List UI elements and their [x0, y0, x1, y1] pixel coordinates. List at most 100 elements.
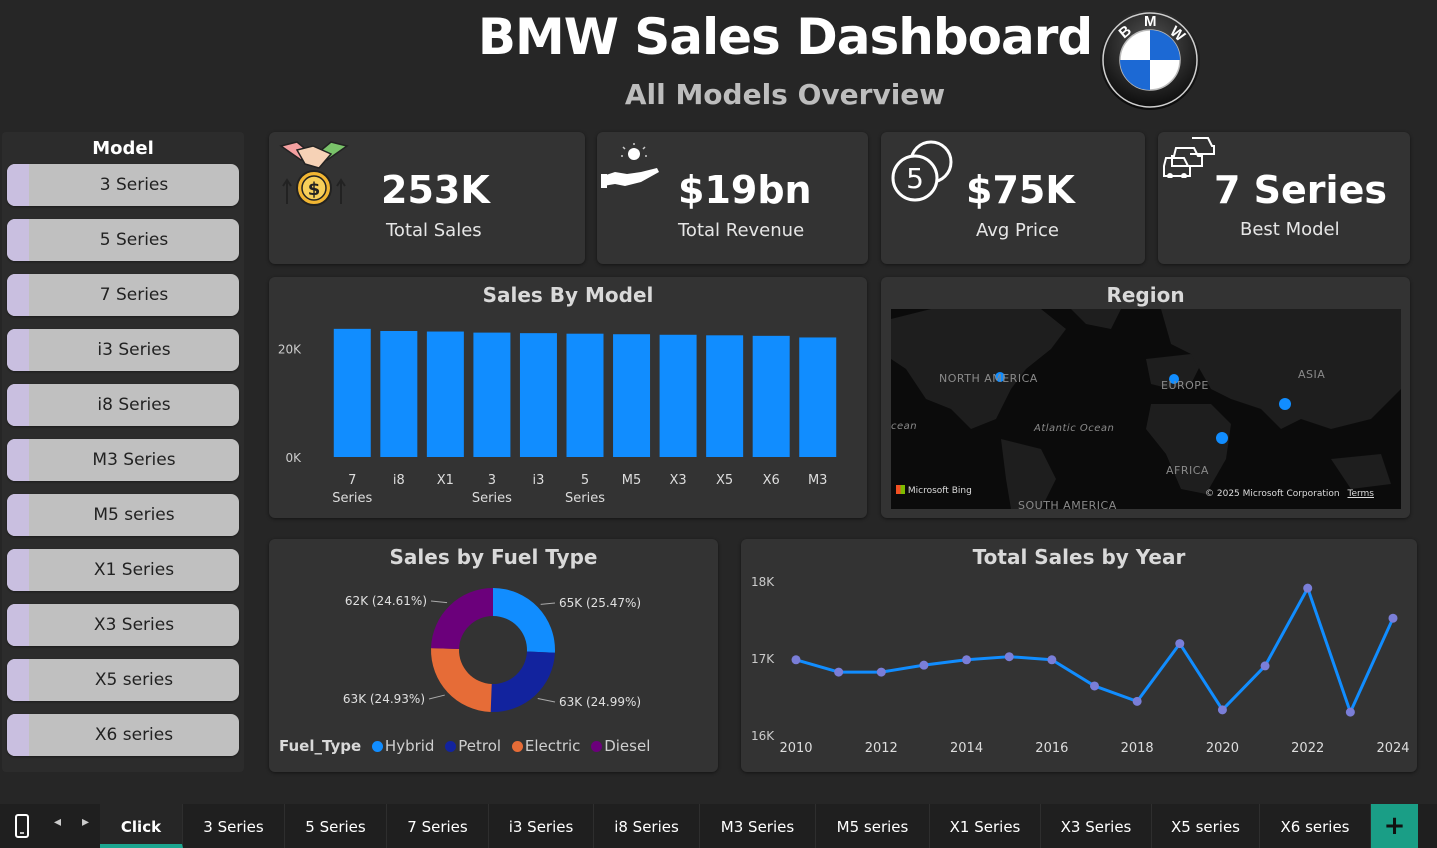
microsoft-logo-icon	[896, 485, 905, 494]
bing-label: Microsoft Bing	[907, 486, 972, 496]
sales-by-year-chart: Total Sales by Year 16K 17K 18K 2010 2012 201…	[741, 539, 1417, 772]
slicer-item-3-series[interactable]: 3 Series	[7, 164, 239, 206]
line-point[interactable]	[791, 655, 801, 665]
mobile-layout-icon[interactable]	[14, 814, 30, 838]
x-tick-label: X3	[669, 473, 686, 488]
donut-slice[interactable]	[490, 651, 555, 712]
bar[interactable]	[706, 335, 744, 457]
line-point[interactable]	[1047, 655, 1057, 665]
tab-next-icon[interactable]: ▸	[82, 814, 89, 830]
slicer-title: Model	[92, 138, 154, 159]
line-point[interactable]	[1345, 707, 1355, 717]
slice-data-label: 63K (24.93%)	[343, 692, 425, 706]
donut-slice[interactable]	[493, 588, 555, 653]
legend-electric[interactable]: Electric	[525, 737, 581, 755]
slicer-item-i3-series[interactable]: i3 Series	[7, 329, 239, 371]
slicer-item-label: X5 series	[94, 670, 174, 690]
map-label-atlantic: Atlantic Ocean	[1034, 423, 1115, 434]
line-point[interactable]	[1004, 652, 1014, 662]
line-point[interactable]	[962, 655, 972, 665]
slicer-item-label: X3 Series	[93, 615, 175, 635]
line-point[interactable]	[1175, 639, 1185, 649]
bar[interactable]	[613, 334, 651, 457]
tab-i3-series[interactable]: i3 Series	[489, 804, 594, 848]
y-tick-label: 0K	[285, 451, 302, 465]
line-point[interactable]	[834, 667, 844, 677]
tab-m3-series[interactable]: M3 Series	[700, 804, 816, 848]
x-tick-label: X1	[437, 473, 454, 488]
copyright-text: © 2025 Microsoft Corporation	[1205, 489, 1340, 499]
bar[interactable]	[566, 333, 604, 457]
page-tab-bar: ◂ ▸ Click 3 Series 5 Series 7 Series i3 …	[0, 804, 1437, 848]
kpi-label: Total Revenue	[678, 220, 805, 241]
kpi-label: Best Model	[1240, 219, 1340, 240]
slicer-item-x1-series[interactable]: X1 Series	[7, 549, 239, 591]
x-tick-label: 2012	[865, 741, 898, 756]
slicer-item-x5-series[interactable]: X5 series	[7, 659, 239, 701]
bar[interactable]	[333, 328, 371, 457]
bar[interactable]	[659, 334, 697, 457]
tab-7-series[interactable]: 7 Series	[387, 804, 489, 848]
slicer-item-x6-series[interactable]: X6 series	[7, 714, 239, 756]
slicer-item-label: X1 Series	[93, 560, 175, 580]
bar[interactable]	[426, 331, 464, 457]
legend-hybrid[interactable]: Hybrid	[385, 737, 435, 755]
kpi-label: Avg Price	[976, 220, 1059, 241]
map-label-ocean: cean	[891, 421, 918, 432]
slicer-item-x3-series[interactable]: X3 Series	[7, 604, 239, 646]
add-page-button[interactable]: +	[1371, 804, 1418, 848]
donut-slice[interactable]	[431, 588, 493, 649]
slice-data-label: 65K (25.47%)	[559, 596, 641, 610]
tab-3-series[interactable]: 3 Series	[183, 804, 285, 848]
line-point[interactable]	[1303, 583, 1313, 593]
slicer-item-m5-series[interactable]: M5 series	[7, 494, 239, 536]
bmw-logo: B M W	[1100, 10, 1200, 110]
slicer-item-5-series[interactable]: 5 Series	[7, 219, 239, 261]
slicer-item-m3-series[interactable]: M3 Series	[7, 439, 239, 481]
tab-5-series[interactable]: 5 Series	[285, 804, 387, 848]
line-point[interactable]	[919, 660, 929, 670]
kpi-total-revenue: $19bn Total Revenue	[597, 132, 868, 264]
bar-chart-svg: 0K 20K 7 Series i8 X1 3 Series i3 5 Series M5 X3 X5 X6…	[278, 328, 837, 506]
slicer-item-i8-series[interactable]: i8 Series	[7, 384, 239, 426]
sales-by-model-chart: Sales By Model 0K 20K 7 Series i8 X1 3 Series i3…	[269, 277, 867, 518]
tab-m5-series[interactable]: M5 series	[816, 804, 930, 848]
bar[interactable]	[752, 335, 790, 457]
world-map[interactable]: NORTH AMERICA EUROPE ASIA AFRICA SOUTH A…	[891, 309, 1401, 509]
x-tick-label: Series	[472, 491, 512, 506]
x-tick-label: 3	[488, 473, 496, 488]
slicer-item-7-series[interactable]: 7 Series	[7, 274, 239, 316]
map-terms-link[interactable]: Terms	[1347, 489, 1374, 499]
legend-petrol[interactable]: Petrol	[458, 737, 501, 755]
tab-click[interactable]: Click	[100, 804, 183, 848]
legend-diesel[interactable]: Diesel	[604, 737, 650, 755]
line-point[interactable]	[1217, 705, 1227, 715]
tab-prev-icon[interactable]: ◂	[54, 814, 61, 830]
map-label-asia: ASIA	[1298, 368, 1326, 381]
model-slicer: Model 3 Series 5 Series 7 Series i3 Seri…	[2, 132, 244, 772]
line-point[interactable]	[1132, 696, 1142, 706]
tab-x3-series[interactable]: X3 Series	[1041, 804, 1152, 848]
bar[interactable]	[380, 331, 418, 457]
slicer-item-label: i8 Series	[97, 395, 171, 415]
bar[interactable]	[799, 337, 837, 457]
leader-line	[540, 602, 556, 605]
tab-x6-series[interactable]: X6 series	[1260, 804, 1371, 848]
line-point[interactable]	[876, 667, 886, 677]
legend-dot-electric	[511, 741, 523, 752]
bar[interactable]	[519, 333, 557, 457]
tab-x5-series[interactable]: X5 series	[1152, 804, 1260, 848]
slicer-item-label: 5 Series	[99, 230, 169, 250]
tab-i8-series[interactable]: i8 Series	[594, 804, 700, 848]
world-map-svg	[891, 309, 1401, 509]
line-point[interactable]	[1090, 681, 1099, 691]
cars-icon	[1163, 137, 1215, 178]
slice-data-label: 63K (24.99%)	[559, 695, 641, 709]
fuel-legend: Fuel_Type Hybrid Petrol Electric Diesel	[279, 737, 650, 755]
tab-x1-series[interactable]: X1 Series	[930, 804, 1041, 848]
svg-text:$: $	[308, 179, 321, 200]
donut-slice[interactable]	[431, 648, 492, 712]
line-point[interactable]	[1388, 613, 1398, 623]
line-point[interactable]	[1260, 661, 1270, 671]
bar[interactable]	[473, 332, 511, 457]
